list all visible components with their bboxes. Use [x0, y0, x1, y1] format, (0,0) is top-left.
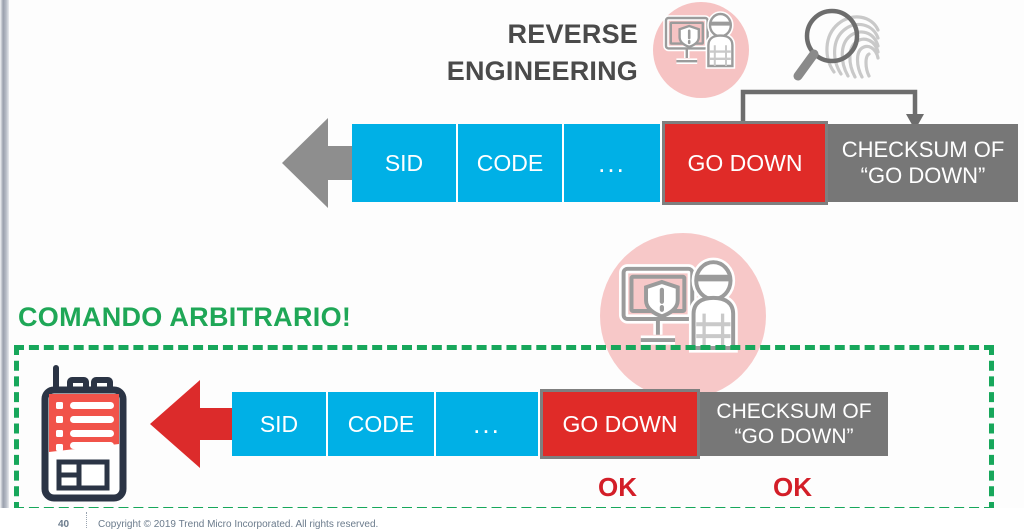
top-packet-cell-checksum: CHECKSUM OF “GO DOWN” [828, 124, 1018, 202]
page-title: REVERSE ENGINEERING [408, 16, 638, 90]
page-title-line2: ENGINEERING [446, 56, 638, 86]
bottom-packet-cell-ellipsis: ... [436, 392, 540, 456]
top-checksum-line1: CHECKSUM OF [841, 137, 1005, 162]
footer-divider [86, 512, 88, 528]
footer-page-number: 40 [58, 519, 70, 530]
magnifier-fingerprint-icon [793, 8, 880, 81]
bottom-packet-cell-code: CODE [328, 392, 436, 456]
bottom-packet-cell-godown: GO DOWN [540, 389, 700, 459]
footer-copyright: Copyright © 2019 Trend Micro Incorporate… [98, 519, 379, 530]
hacker-monitor-icon [663, 11, 736, 69]
walkie-talkie-icon [41, 365, 127, 502]
status-badge-godown-ok: OK [598, 472, 637, 502]
slide-footer: 40 Copyright © 2019 Trend Micro Incorpor… [0, 508, 1024, 530]
arbitrary-command-label: COMANDO ARBITRARIO! [18, 302, 352, 332]
bottom-checksum-line1: CHECKSUM OF [716, 400, 872, 423]
status-badge-checksum-ok: OK [773, 472, 812, 502]
bottom-checksum-line2: “GO DOWN” [734, 425, 854, 448]
top-packet-cell-sid: SID [352, 124, 458, 202]
packet-direction-arrow-top [282, 118, 362, 208]
top-packet-cell-godown: GO DOWN [662, 121, 828, 205]
top-checksum-line2: “GO DOWN” [860, 163, 986, 188]
top-packet-cell-ellipsis: ... [564, 124, 662, 202]
bottom-packet-cell-checksum: CHECKSUM OF “GO DOWN” [700, 392, 888, 456]
page-title-line1: REVERSE [507, 19, 638, 49]
bottom-packet-cell-sid: SID [232, 392, 328, 456]
packet-direction-arrow-bottom [150, 380, 242, 468]
slide-canvas: REVERSE ENGINEERING SID CODE ... GO DOWN… [0, 0, 1024, 530]
left-edge-scrollbar[interactable] [0, 0, 9, 528]
top-packet-cell-code: CODE [458, 124, 564, 202]
